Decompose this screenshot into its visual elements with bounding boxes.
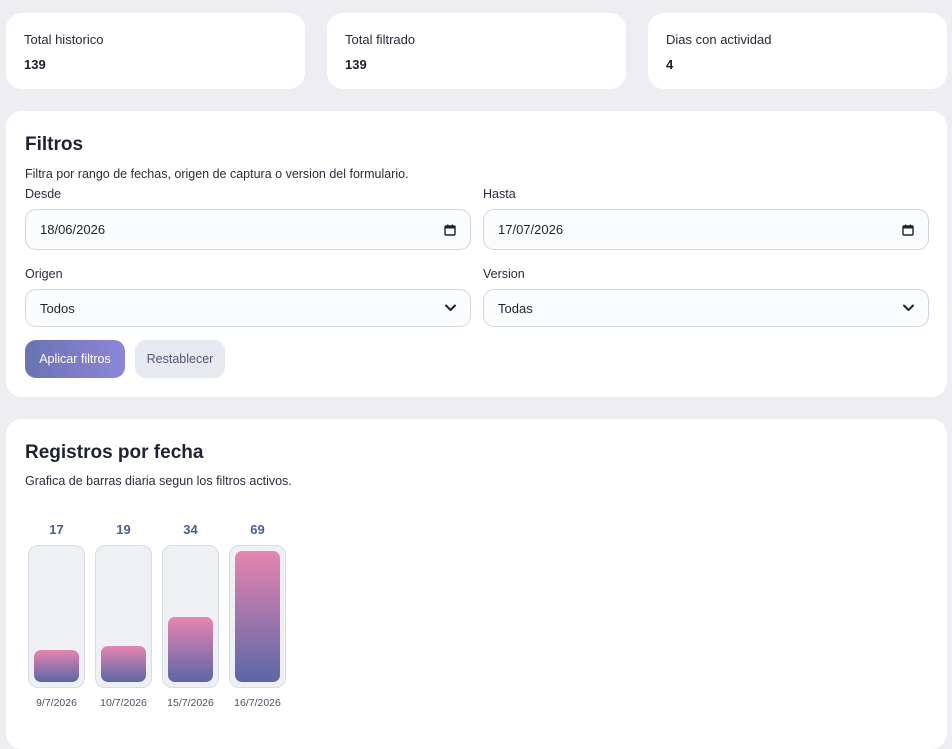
stat-card-total-historico: Total historico 139: [6, 13, 305, 89]
apply-filters-button[interactable]: Aplicar filtros: [25, 340, 125, 378]
bar-date-label: 9/7/2026: [36, 697, 77, 709]
stat-value: 139: [24, 57, 46, 72]
bar: [34, 650, 79, 682]
bar-value-label: 69: [250, 522, 265, 537]
calendar-icon[interactable]: [902, 224, 914, 236]
bar-value-label: 34: [183, 522, 198, 537]
from-label: Desde: [25, 187, 62, 201]
chart-description: Grafica de barras diaria segun los filtr…: [25, 474, 292, 488]
stat-value: 4: [666, 57, 674, 72]
to-date-value: 17/07/2026: [498, 222, 564, 237]
origin-label: Origen: [25, 267, 63, 281]
reset-filters-button[interactable]: Restablecer: [135, 340, 225, 378]
chart-panel: Registros por fecha Grafica de barras di…: [6, 419, 947, 749]
bar-date-label: 10/7/2026: [100, 697, 147, 709]
bar-track: [229, 545, 286, 688]
chevron-down-icon: [903, 304, 914, 312]
from-date-input[interactable]: 18/06/2026: [25, 209, 471, 250]
origin-select[interactable]: Todos: [25, 289, 471, 327]
chart-title: Registros por fecha: [25, 442, 204, 463]
version-selected-value: Todas: [498, 300, 533, 316]
bar-track: [95, 545, 152, 688]
origin-selected-value: Todos: [40, 300, 75, 316]
to-date-input[interactable]: 17/07/2026: [483, 209, 929, 250]
version-label: Version: [483, 267, 525, 281]
bar-track: [28, 545, 85, 688]
bar-value-label: 19: [116, 522, 131, 537]
stat-label: Total filtrado: [345, 32, 416, 47]
bar: [168, 617, 213, 682]
chevron-down-icon: [445, 304, 456, 312]
bar: [101, 646, 146, 682]
stat-label: Dias con actividad: [666, 32, 772, 47]
stat-label: Total historico: [24, 32, 104, 47]
stat-card-dias-actividad: Dias con actividad 4: [648, 13, 947, 89]
from-date-value: 18/06/2026: [40, 222, 106, 237]
bar-track: [162, 545, 219, 688]
stat-card-total-filtrado: Total filtrado 139: [327, 13, 626, 89]
to-label: Hasta: [483, 187, 516, 201]
bar-date-label: 16/7/2026: [234, 697, 281, 709]
filters-title: Filtros: [25, 134, 84, 155]
calendar-icon[interactable]: [444, 224, 456, 236]
filters-description: Filtra por rango de fechas, origen de ca…: [25, 167, 409, 181]
stats-row: Total historico 139 Total filtrado 139 D…: [6, 13, 947, 89]
bar-value-label: 17: [49, 522, 64, 537]
stat-value: 139: [345, 57, 367, 72]
bar-date-label: 15/7/2026: [167, 697, 214, 709]
bar: [235, 551, 280, 682]
filters-panel: Filtros Filtra por rango de fechas, orig…: [6, 111, 947, 397]
version-select[interactable]: Todas: [483, 289, 929, 327]
